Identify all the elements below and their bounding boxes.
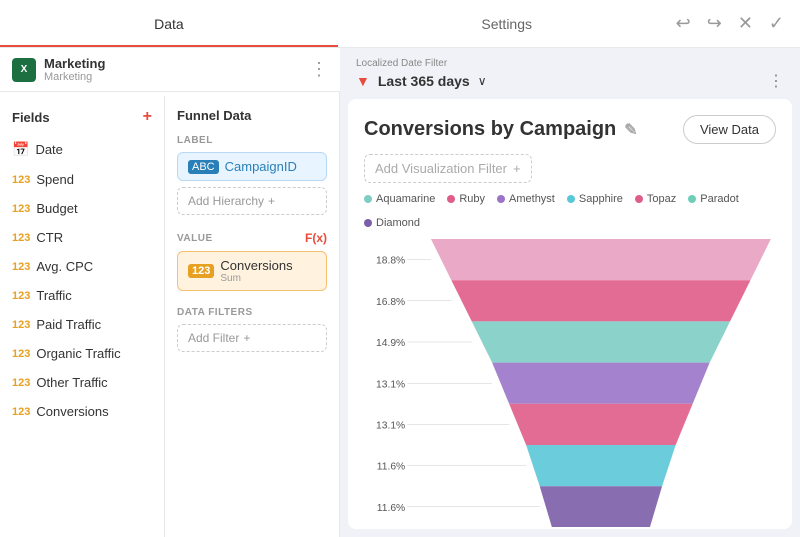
edit-title-icon[interactable]: ✎ (624, 120, 637, 140)
campaign-id-chip[interactable]: ABC CampaignID (177, 152, 327, 181)
legend-color-dot (567, 195, 575, 203)
legend-item: Paradot (688, 193, 739, 205)
add-hierarchy-button[interactable]: Add Hierarchy + (177, 187, 327, 215)
legend-item: Aquamarine (364, 193, 435, 205)
fields-column: Fields + 📅Date123Spend123Budget123CTR123… (0, 96, 165, 537)
date-filter-menu[interactable]: ⋮ (768, 71, 784, 91)
undo-icon[interactable]: ↩ (676, 13, 691, 34)
chart-legend: Aquamarine Ruby Amethyst Sapphire Topaz Parad… (364, 193, 776, 229)
field-item-conversions[interactable]: 123Conversions (0, 397, 164, 426)
field-item-ctr[interactable]: 123CTR (0, 223, 164, 252)
redo-icon[interactable]: ↪ (707, 13, 722, 34)
svg-text:14.9%: 14.9% (376, 338, 405, 349)
excel-icon: X (12, 58, 36, 82)
add-field-icon[interactable]: + (143, 108, 152, 126)
legend-color-dot (497, 195, 505, 203)
date-filter-row: ▼ Last 365 days ∨ ⋮ (356, 71, 784, 91)
fields-list: 📅Date123Spend123Budget123CTR123Avg. CPC1… (0, 134, 164, 426)
legend-item: Amethyst (497, 193, 555, 205)
svg-text:11.6%: 11.6% (377, 503, 405, 514)
field-item-avg.-cpc[interactable]: 123Avg. CPC (0, 252, 164, 281)
fx-button[interactable]: F(x) (305, 231, 327, 245)
value-section: VALUE F(x) 123 Conversions Sum (177, 231, 327, 291)
svg-text:11.6%: 11.6% (377, 462, 405, 473)
tab-settings[interactable]: Settings (338, 0, 676, 47)
legend-item: Sapphire (567, 193, 623, 205)
svg-text:13.1%: 13.1% (376, 421, 405, 432)
legend-color-dot (364, 219, 372, 227)
viz-title-row: Conversions by Campaign ✎ View Data (364, 115, 776, 144)
data-source-menu[interactable]: ⋮ (310, 59, 328, 80)
svg-text:18.8%: 18.8% (376, 256, 405, 267)
legend-color-dot (635, 195, 643, 203)
conversions-value-chip[interactable]: 123 Conversions Sum (177, 251, 327, 291)
close-icon[interactable]: ✕ (738, 13, 753, 34)
field-item-paid-traffic[interactable]: 123Paid Traffic (0, 310, 164, 339)
data-source-bar: X Marketing Marketing ⋮ (0, 48, 340, 92)
data-source-info: Marketing Marketing (44, 56, 105, 83)
funnel-chart-area: 18.8% 16.8% 14.9% 13.1% 13.1% 11.6% 11.6% (364, 239, 776, 527)
date-filter-value[interactable]: Last 365 days (378, 73, 470, 89)
legend-item: Topaz (635, 193, 676, 205)
viz-header: Localized Date Filter ▼ Last 365 days ∨ … (340, 48, 800, 91)
tab-data[interactable]: Data (0, 0, 338, 47)
date-chevron[interactable]: ∨ (478, 74, 487, 88)
legend-item: Diamond (364, 217, 420, 229)
value-header: VALUE F(x) (177, 231, 327, 245)
confirm-icon[interactable]: ✓ (769, 13, 784, 34)
view-data-button[interactable]: View Data (683, 115, 776, 144)
viz-content: Conversions by Campaign ✎ View Data Add … (348, 99, 792, 529)
legend-item: Ruby (447, 193, 485, 205)
left-panel: X Marketing Marketing ⋮ Fields + 📅Date12… (0, 48, 340, 537)
svg-text:16.8%: 16.8% (376, 297, 405, 308)
field-item-budget[interactable]: 123Budget (0, 194, 164, 223)
legend-color-dot (688, 195, 696, 203)
filter-icon[interactable]: ▼ (356, 73, 370, 89)
viz-title: Conversions by Campaign ✎ (364, 118, 638, 141)
header-tabs: Data Settings ↩ ↪ ✕ ✓ (0, 0, 800, 48)
add-filter-button[interactable]: Add Filter + (177, 324, 327, 352)
funnel-svg: 18.8% 16.8% 14.9% 13.1% 13.1% 11.6% 11.6% (364, 239, 776, 527)
field-item-traffic[interactable]: 123Traffic (0, 281, 164, 310)
main-area: X Marketing Marketing ⋮ Fields + 📅Date12… (0, 48, 800, 537)
field-item-other-traffic[interactable]: 123Other Traffic (0, 368, 164, 397)
funnel-data-column: Funnel Data LABEL ABC CampaignID Add Hie… (165, 96, 339, 537)
svg-text:13.1%: 13.1% (376, 379, 405, 390)
field-item-organic-traffic[interactable]: 123Organic Traffic (0, 339, 164, 368)
legend-color-dot (364, 195, 372, 203)
date-filter-label: Localized Date Filter (356, 58, 784, 69)
legend-color-dot (447, 195, 455, 203)
field-item-spend[interactable]: 123Spend (0, 165, 164, 194)
fields-header: Fields + (0, 108, 164, 134)
add-viz-filter[interactable]: Add Visualization Filter + (364, 154, 532, 183)
field-item-date[interactable]: 📅Date (0, 134, 164, 165)
header-actions: ↩ ↪ ✕ ✓ (676, 13, 800, 34)
right-panel: Localized Date Filter ▼ Last 365 days ∨ … (340, 48, 800, 537)
